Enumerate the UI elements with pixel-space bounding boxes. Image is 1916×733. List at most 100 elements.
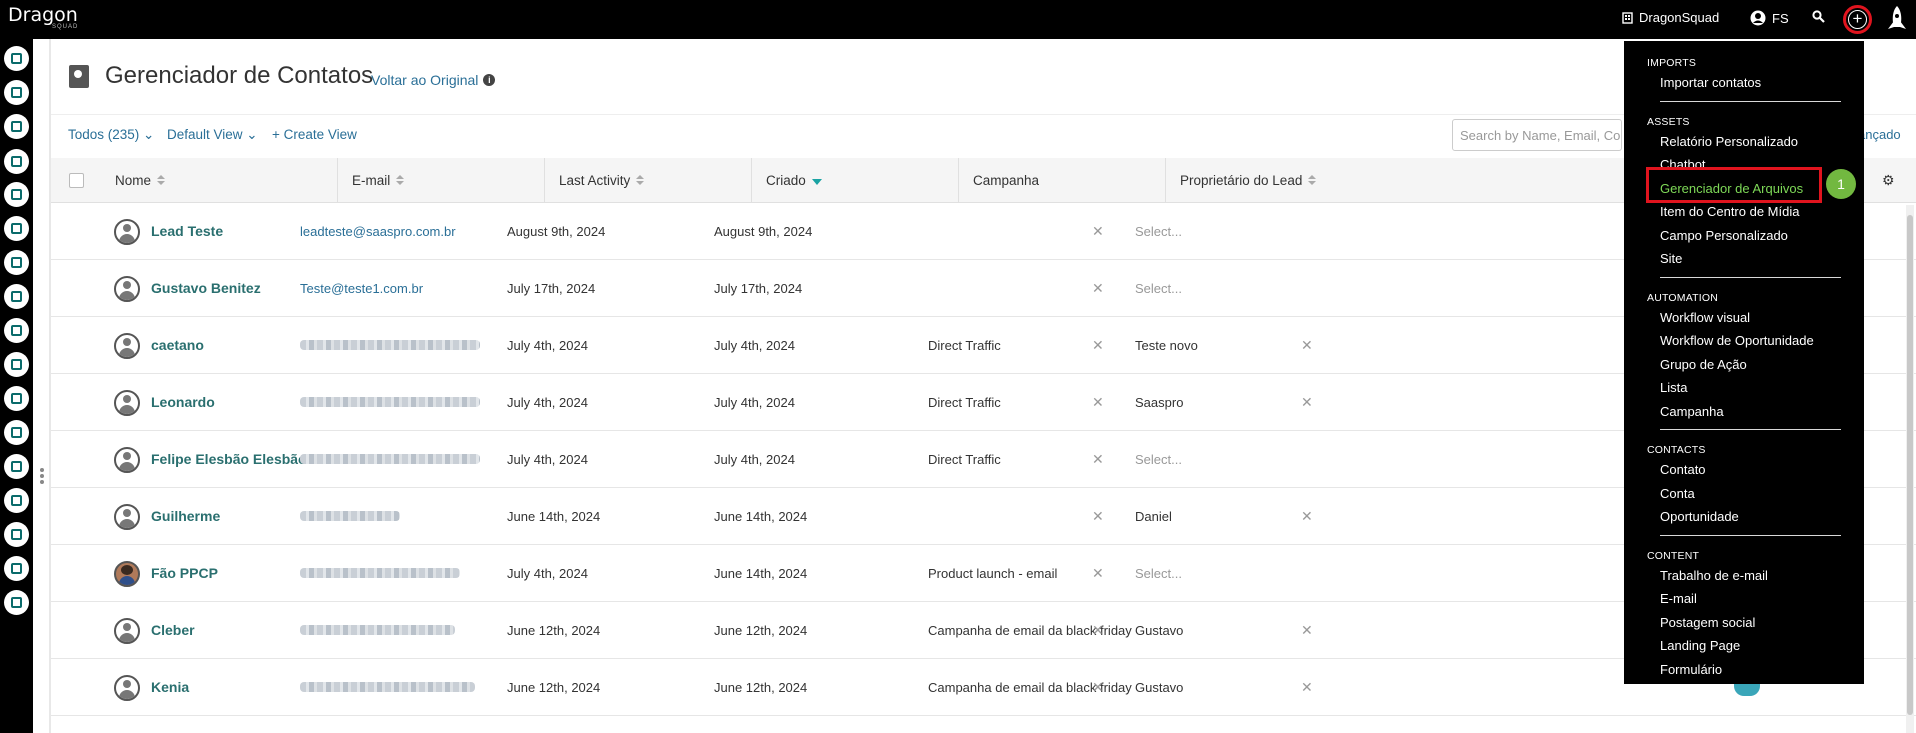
contact-name-link[interactable]: Gustavo Benitez: [151, 260, 261, 316]
contact-name-link[interactable]: Leonardo: [151, 374, 215, 430]
clipboard-icon[interactable]: [4, 114, 29, 139]
contact-name-link[interactable]: Felipe Elesbão Elesbão: [151, 431, 307, 487]
email-blurred[interactable]: [300, 488, 400, 544]
shield-icon[interactable]: [4, 284, 29, 309]
column-header-email[interactable]: E-mail: [337, 158, 545, 203]
campaign-value[interactable]: Direct Traffic: [928, 374, 1001, 430]
column-header-owner[interactable]: Proprietário do Lead: [1165, 158, 1385, 203]
clear-campaign-icon[interactable]: ✕: [1092, 431, 1104, 487]
owner-select[interactable]: Select...: [1135, 203, 1182, 259]
campaign-value[interactable]: Direct Traffic: [928, 431, 1001, 487]
column-header-name[interactable]: Nome: [101, 158, 166, 203]
menu-item-opportunity-workflow[interactable]: Workflow de Oportunidade: [1624, 331, 1864, 355]
campaign-value[interactable]: Direct Traffic: [928, 317, 1001, 373]
plugin-icon[interactable]: [4, 590, 29, 615]
menu-item-account[interactable]: Conta: [1624, 484, 1864, 508]
menu-item-contact[interactable]: Contato: [1624, 460, 1864, 484]
search-icon[interactable]: [1812, 10, 1825, 23]
clear-campaign-icon[interactable]: ✕: [1092, 488, 1104, 544]
email-blurred[interactable]: [300, 545, 460, 601]
menu-item-form[interactable]: Formulário: [1624, 660, 1864, 684]
contact-name-link[interactable]: Kenia: [151, 659, 189, 715]
list-icon[interactable]: [4, 216, 29, 241]
clear-campaign-icon[interactable]: ✕: [1092, 602, 1104, 658]
calendar-icon[interactable]: [4, 386, 29, 411]
contacts-icon[interactable]: [4, 46, 29, 71]
map-icon[interactable]: [4, 149, 29, 174]
scrollbar[interactable]: [1906, 205, 1914, 733]
menu-item-opportunity[interactable]: Oportunidade: [1624, 507, 1864, 531]
owner-select[interactable]: Select...: [1135, 260, 1182, 316]
clear-owner-icon[interactable]: ✕: [1301, 488, 1313, 544]
email-blurred[interactable]: [300, 317, 480, 373]
clear-campaign-icon[interactable]: ✕: [1092, 317, 1104, 373]
clear-owner-icon[interactable]: ✕: [1301, 602, 1313, 658]
menu-item-email-job[interactable]: Trabalho de e-mail: [1624, 566, 1864, 590]
clear-owner-icon[interactable]: ✕: [1301, 374, 1313, 430]
megaphone-icon[interactable]: [4, 250, 29, 275]
owner-select[interactable]: Select...: [1135, 431, 1182, 487]
clear-owner-icon[interactable]: ✕: [1301, 659, 1313, 715]
owner-select[interactable]: Gustavo: [1135, 602, 1183, 658]
sidebar-resize-handle[interactable]: [40, 466, 46, 486]
rocket-icon[interactable]: [1884, 5, 1910, 35]
owner-select[interactable]: Gustavo: [1135, 659, 1183, 715]
clear-campaign-icon[interactable]: ✕: [1092, 659, 1104, 715]
advanced-search-link[interactable]: ançado: [1858, 127, 1901, 142]
contact-name-link[interactable]: Guilherme: [151, 488, 220, 544]
default-view-dropdown[interactable]: Default View ⌄: [167, 127, 258, 143]
user-settings-icon[interactable]: [4, 522, 29, 547]
menu-item-site[interactable]: Site: [1624, 249, 1864, 273]
clear-campaign-icon[interactable]: ✕: [1092, 374, 1104, 430]
email-blurred[interactable]: [300, 602, 455, 658]
menu-item-visual-workflow[interactable]: Workflow visual: [1624, 308, 1864, 332]
user-menu[interactable]: FS: [1750, 10, 1789, 26]
org-switcher[interactable]: DragonSquad: [1622, 10, 1719, 25]
contact-name-link[interactable]: Fão PPCP: [151, 545, 218, 601]
contact-name-link[interactable]: Cleber: [151, 602, 195, 658]
gear-icon[interactable]: ⚙: [1882, 172, 1895, 189]
owner-select[interactable]: Daniel: [1135, 488, 1172, 544]
menu-item-custom-field[interactable]: Campo Personalizado: [1624, 226, 1864, 250]
create-view-link[interactable]: + Create View: [272, 127, 357, 142]
menu-item-import-contacts[interactable]: Importar contatos: [1624, 73, 1864, 97]
email-link[interactable]: Teste@teste1.com.br: [300, 260, 423, 316]
clear-campaign-icon[interactable]: ✕: [1092, 203, 1104, 259]
filter-all-dropdown[interactable]: Todos (235) ⌄: [68, 127, 154, 143]
menu-item-campaign[interactable]: Campanha: [1624, 402, 1864, 426]
clear-campaign-icon[interactable]: ✕: [1092, 260, 1104, 316]
menu-item-list[interactable]: Lista: [1624, 378, 1864, 402]
owner-select[interactable]: Select...: [1135, 545, 1182, 601]
media-icon[interactable]: [4, 352, 29, 377]
add-new-button[interactable]: +: [1843, 5, 1872, 34]
clear-owner-icon[interactable]: ✕: [1301, 317, 1313, 373]
handshake-icon[interactable]: [4, 420, 29, 445]
menu-item-action-group[interactable]: Grupo de Ação: [1624, 355, 1864, 379]
email-blurred[interactable]: [300, 431, 480, 487]
email-blurred[interactable]: [300, 374, 480, 430]
info-icon[interactable]: i: [483, 74, 496, 86]
inbox-icon[interactable]: [4, 80, 29, 105]
owner-select[interactable]: Teste novo: [1135, 317, 1198, 373]
select-all-checkbox[interactable]: [69, 173, 84, 188]
support-icon[interactable]: [4, 488, 29, 513]
column-header-created[interactable]: Criado: [751, 158, 959, 203]
contact-name-link[interactable]: caetano: [151, 317, 204, 373]
campaign-value[interactable]: Product launch - email: [928, 545, 1057, 601]
owner-select[interactable]: Saaspro: [1135, 374, 1183, 430]
back-to-original-link[interactable]: Voltar ao Original i: [371, 72, 496, 88]
thumbs-up-icon[interactable]: [4, 318, 29, 343]
reports-icon[interactable]: [4, 556, 29, 581]
search-input[interactable]: Search by Name, Email, Company: [1452, 119, 1622, 151]
email-blurred[interactable]: [300, 659, 475, 715]
menu-item-email[interactable]: E-mail: [1624, 589, 1864, 613]
workflow-icon[interactable]: [4, 182, 29, 207]
column-header-last-activity[interactable]: Last Activity: [544, 158, 752, 203]
email-link[interactable]: leadteste@saaspro.com.br: [300, 203, 456, 259]
menu-item-media-center[interactable]: Item do Centro de Mídia: [1624, 202, 1864, 226]
clear-campaign-icon[interactable]: ✕: [1092, 545, 1104, 601]
menu-item-landing-page[interactable]: Landing Page: [1624, 636, 1864, 660]
analytics-icon[interactable]: [4, 454, 29, 479]
menu-item-custom-report[interactable]: Relatório Personalizado: [1624, 132, 1864, 156]
contact-name-link[interactable]: Lead Teste: [151, 203, 223, 259]
